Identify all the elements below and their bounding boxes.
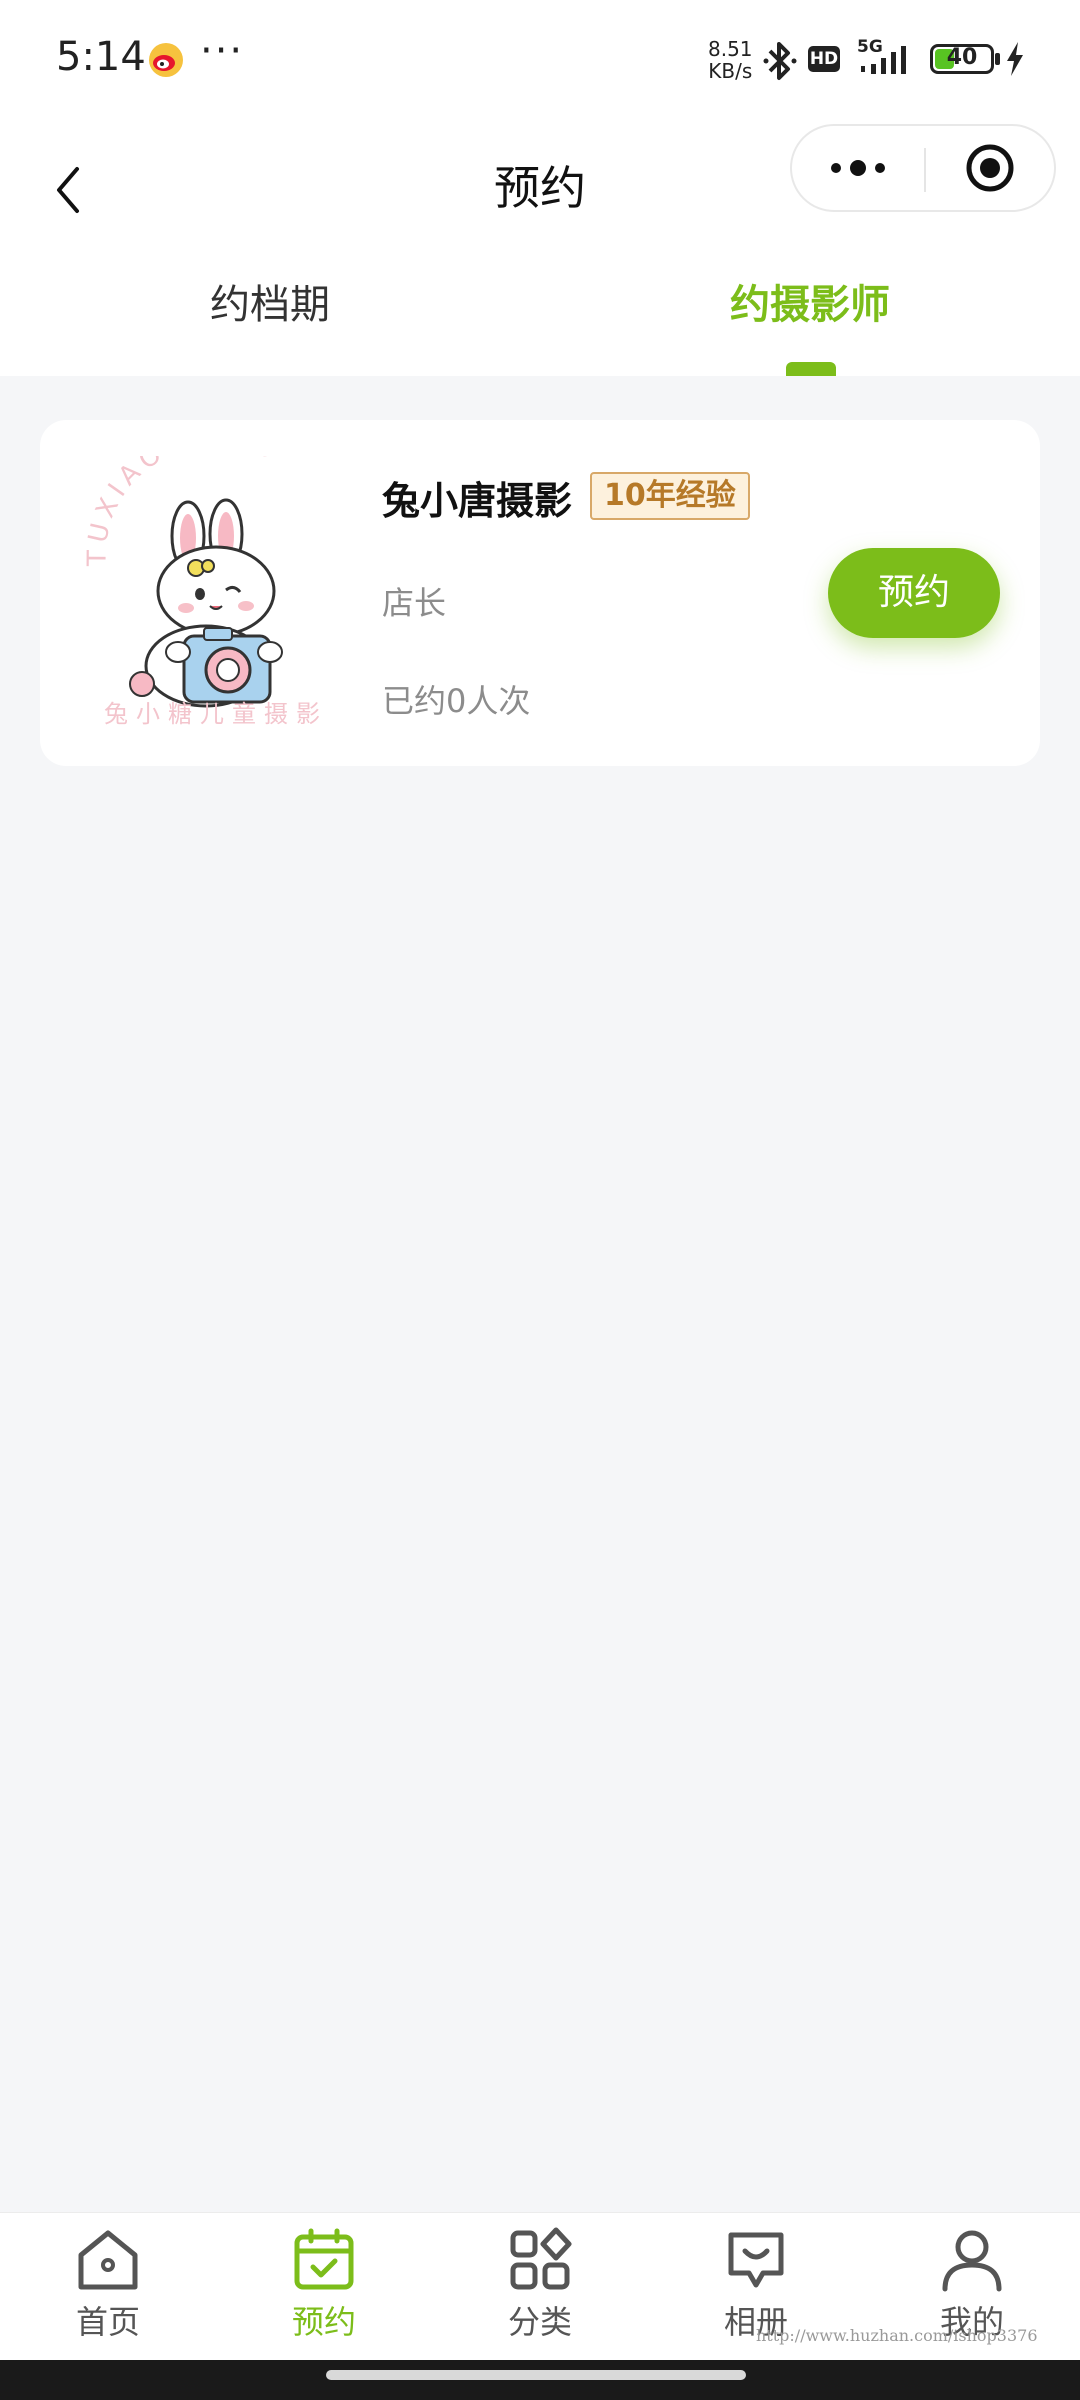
hd-icon: HD bbox=[808, 46, 840, 72]
weibo-icon bbox=[149, 43, 183, 77]
photographer-role: 店长 bbox=[382, 584, 447, 622]
album-icon bbox=[728, 2232, 784, 2288]
home-icon bbox=[78, 2230, 138, 2290]
tab-schedule[interactable]: 约档期 bbox=[0, 250, 540, 376]
network-type-label: 5G bbox=[857, 37, 883, 57]
more-dots-icon bbox=[831, 160, 885, 176]
watermark-text: http://www.huzhan.com/ishop3376 bbox=[756, 2326, 1038, 2345]
bluetooth-icon bbox=[763, 42, 797, 80]
network-speed: 8.51 KB/s bbox=[708, 38, 753, 82]
tabbar-category-label: 分类 bbox=[507, 2303, 572, 2341]
network-speed-value: 8.51 bbox=[708, 37, 753, 61]
status-time: 5:14 bbox=[56, 34, 146, 80]
calendar-check-icon bbox=[294, 2228, 354, 2290]
chevron-left-icon bbox=[57, 167, 79, 213]
logo-bottom-text: 兔小糖儿童摄影 bbox=[104, 700, 328, 728]
tabbar-home[interactable]: 首页 bbox=[0, 2227, 216, 2357]
battery-cap bbox=[995, 53, 1000, 65]
network-speed-unit: KB/s bbox=[708, 59, 753, 83]
status-bar: 5:14 ··· 8.51 KB/s HD 5G 40 bbox=[0, 0, 1080, 120]
photographer-name: 兔小唐摄影 bbox=[382, 479, 573, 523]
booking-tabs: 约档期 约摄影师 bbox=[0, 250, 1080, 376]
signal-5g-icon: 5G bbox=[857, 37, 906, 74]
experience-badge: 10年经验 bbox=[590, 472, 750, 520]
booking-count: 已约0人次 bbox=[382, 682, 531, 720]
notification-more-icon: ··· bbox=[200, 28, 245, 74]
battery-text: 40 bbox=[946, 45, 978, 70]
tabbar-home-label: 首页 bbox=[75, 2303, 140, 2341]
nav-bar: 预约 bbox=[0, 120, 1080, 250]
mini-program-capsule bbox=[790, 124, 1056, 212]
close-mini-program-button[interactable] bbox=[926, 126, 1054, 210]
battery-icon: 40 bbox=[930, 44, 994, 74]
tabbar-booking[interactable]: 预约 bbox=[216, 2227, 432, 2357]
tabbar-category[interactable]: 分类 bbox=[432, 2227, 648, 2357]
user-icon bbox=[942, 2230, 1002, 2292]
photographer-logo: TUXIAO TANG 兔小糖儿童摄影 bbox=[82, 456, 328, 728]
tabbar-booking-label: 预约 bbox=[291, 2303, 356, 2341]
gesture-bar bbox=[0, 2360, 1080, 2400]
active-tab-indicator bbox=[786, 362, 836, 376]
target-close-icon bbox=[966, 144, 1014, 192]
grid-icon bbox=[510, 2227, 572, 2290]
photographer-card[interactable]: TUXIAO TANG 兔小糖儿童摄影 兔小唐摄影 10年经验 店长 已约0人次… bbox=[40, 420, 1040, 766]
back-button[interactable] bbox=[38, 140, 98, 240]
home-indicator[interactable] bbox=[326, 2370, 746, 2380]
tab-photographer[interactable]: 约摄影师 bbox=[540, 250, 1080, 376]
more-button[interactable] bbox=[792, 126, 924, 210]
charging-icon bbox=[1007, 42, 1023, 76]
book-button[interactable]: 预约 bbox=[828, 548, 1000, 638]
